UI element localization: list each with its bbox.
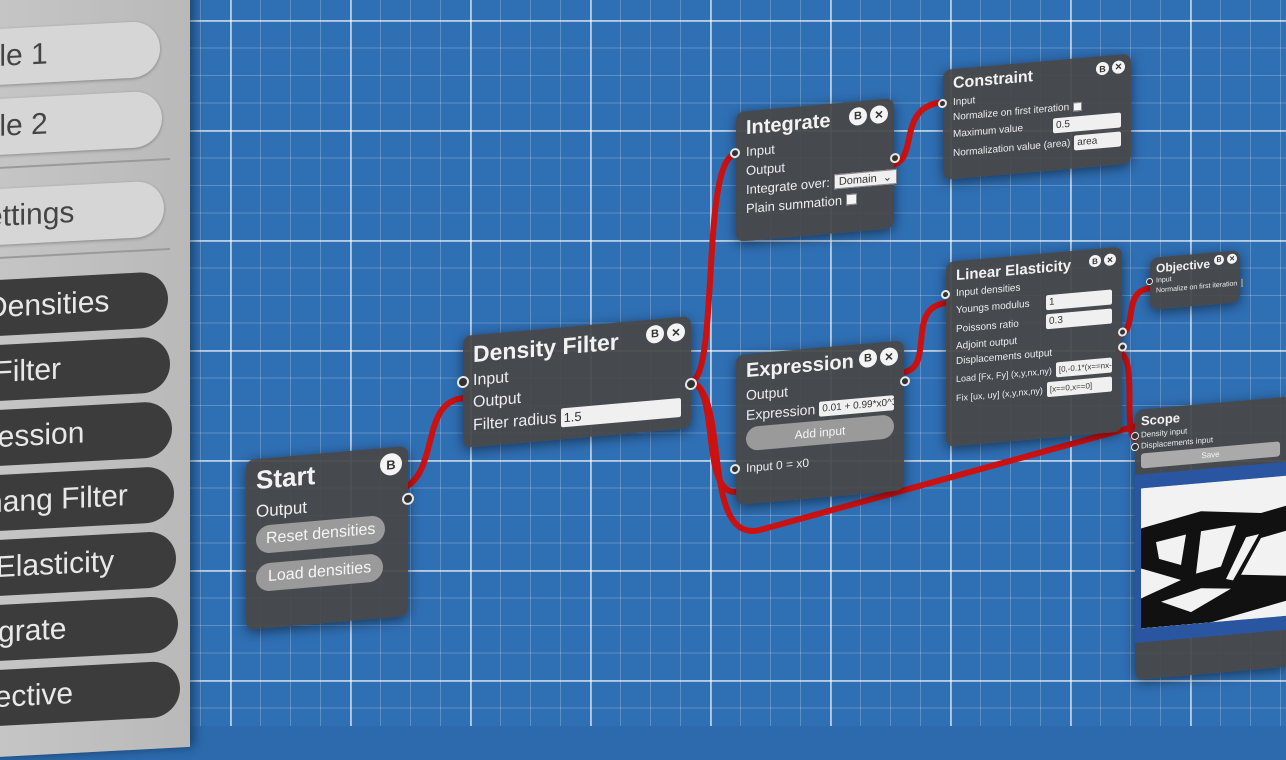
sidebar-item-settings[interactable]: Settings	[0, 180, 164, 248]
node-close-button[interactable]: ✕	[667, 322, 685, 343]
scope-preview-frame	[1135, 461, 1286, 643]
node-linear-elasticity[interactable]: Linear Elasticity B ✕ Input densities Yo…	[941, 246, 1127, 447]
sidebar-item-example-2[interactable]: Example 2	[0, 90, 162, 158]
fix-label: Fix [ux, uy] (x,y,nx,ny)	[956, 385, 1043, 403]
sidebar-divider	[0, 157, 170, 172]
displacements-input-port[interactable]	[1131, 442, 1139, 451]
node-close-button[interactable]: ✕	[870, 104, 888, 125]
sidebar-item-overhang-filter[interactable]: Overhang Filter	[0, 465, 174, 534]
output-label: Output	[473, 389, 522, 412]
output-label: Output	[746, 159, 786, 179]
node-b-button[interactable]: B	[859, 348, 877, 369]
topology-preview-image	[1141, 475, 1286, 629]
output-label: Output	[746, 383, 789, 404]
node-close-button[interactable]: ✕	[1104, 253, 1116, 267]
input-label: Input	[1156, 276, 1172, 285]
node-scope[interactable]: Scope Density input Displacements input …	[1131, 396, 1286, 680]
input-port[interactable]	[938, 98, 947, 109]
input-label: Input	[746, 141, 775, 160]
topology-structure-graphic	[1141, 475, 1286, 629]
sidebar-item-expression[interactable]: Expression	[0, 400, 172, 469]
input-port[interactable]	[941, 289, 950, 300]
node-b-button[interactable]: B	[849, 106, 867, 127]
node-start[interactable]: Start B Output Reset densities Load dens…	[246, 445, 414, 630]
fix-input[interactable]: [x==0,x==0]	[1046, 376, 1112, 398]
node-b-button[interactable]: B	[646, 324, 664, 344]
plain-summation-checkbox[interactable]	[846, 193, 858, 206]
sidebar-item-integrate[interactable]: Integrate	[0, 595, 178, 664]
normalize-checkbox[interactable]	[1073, 101, 1083, 112]
input-0-label: Input 0 = x0	[746, 455, 810, 476]
sidebar: Example 1 Example 2 Settings Densities D…	[0, 0, 190, 760]
sidebar-item-linear-elasticity[interactable]: Linear Elasticity	[0, 530, 176, 599]
input-port[interactable]	[1146, 277, 1153, 286]
node-b-button[interactable]: B	[1096, 61, 1109, 76]
filter-radius-label: Filter radius	[473, 409, 557, 434]
node-objective[interactable]: Objective B ✕ Input Normalize on first i…	[1146, 250, 1244, 310]
node-density-filter[interactable]: Density Filter B ✕ Input Output Filter r…	[457, 316, 697, 448]
input-port[interactable]	[457, 375, 469, 389]
sidebar-item-objective[interactable]: Objective	[0, 660, 180, 729]
node-integrate[interactable]: Integrate B ✕ Input Output Integrate ove…	[730, 98, 900, 242]
input-label: Input	[473, 369, 509, 390]
node-expression[interactable]: Expression B ✕ Output Expression 0.01 + 0…	[730, 340, 910, 505]
sidebar-item-example-1[interactable]: Example 1	[0, 20, 160, 88]
node-b-button[interactable]: B	[380, 452, 402, 477]
wire-expression-to-elasticity	[902, 300, 951, 375]
sidebar-item-density-filter[interactable]: Density Filter	[0, 335, 170, 404]
normalize-checkbox[interactable]	[1241, 278, 1244, 288]
wire-filter-to-integrate	[687, 151, 739, 385]
density-input-port[interactable]	[1131, 431, 1139, 440]
output-label: Output	[256, 497, 308, 522]
sidebar-item-densities[interactable]: Densities	[0, 271, 168, 339]
node-close-button[interactable]: ✕	[1227, 253, 1237, 265]
node-close-button[interactable]: ✕	[880, 346, 898, 367]
input-label: Input	[953, 95, 976, 109]
node-close-button[interactable]: ✕	[1112, 60, 1125, 75]
node-constraint[interactable]: Constraint B ✕ Input Normalize on first …	[938, 53, 1131, 180]
wire-integrate-to-constraint	[889, 99, 948, 168]
node-b-button[interactable]: B	[1089, 254, 1101, 268]
sidebar-divider	[0, 247, 170, 262]
input-port[interactable]	[730, 147, 740, 159]
load-densities-button[interactable]: Load densities	[256, 552, 384, 593]
input-port[interactable]	[730, 463, 740, 475]
wire-start-to-filter	[401, 395, 468, 491]
chevron-down-icon: ⌄	[882, 171, 892, 185]
normalization-value-input[interactable]: area	[1074, 131, 1121, 151]
node-b-button[interactable]: B	[1214, 254, 1224, 266]
